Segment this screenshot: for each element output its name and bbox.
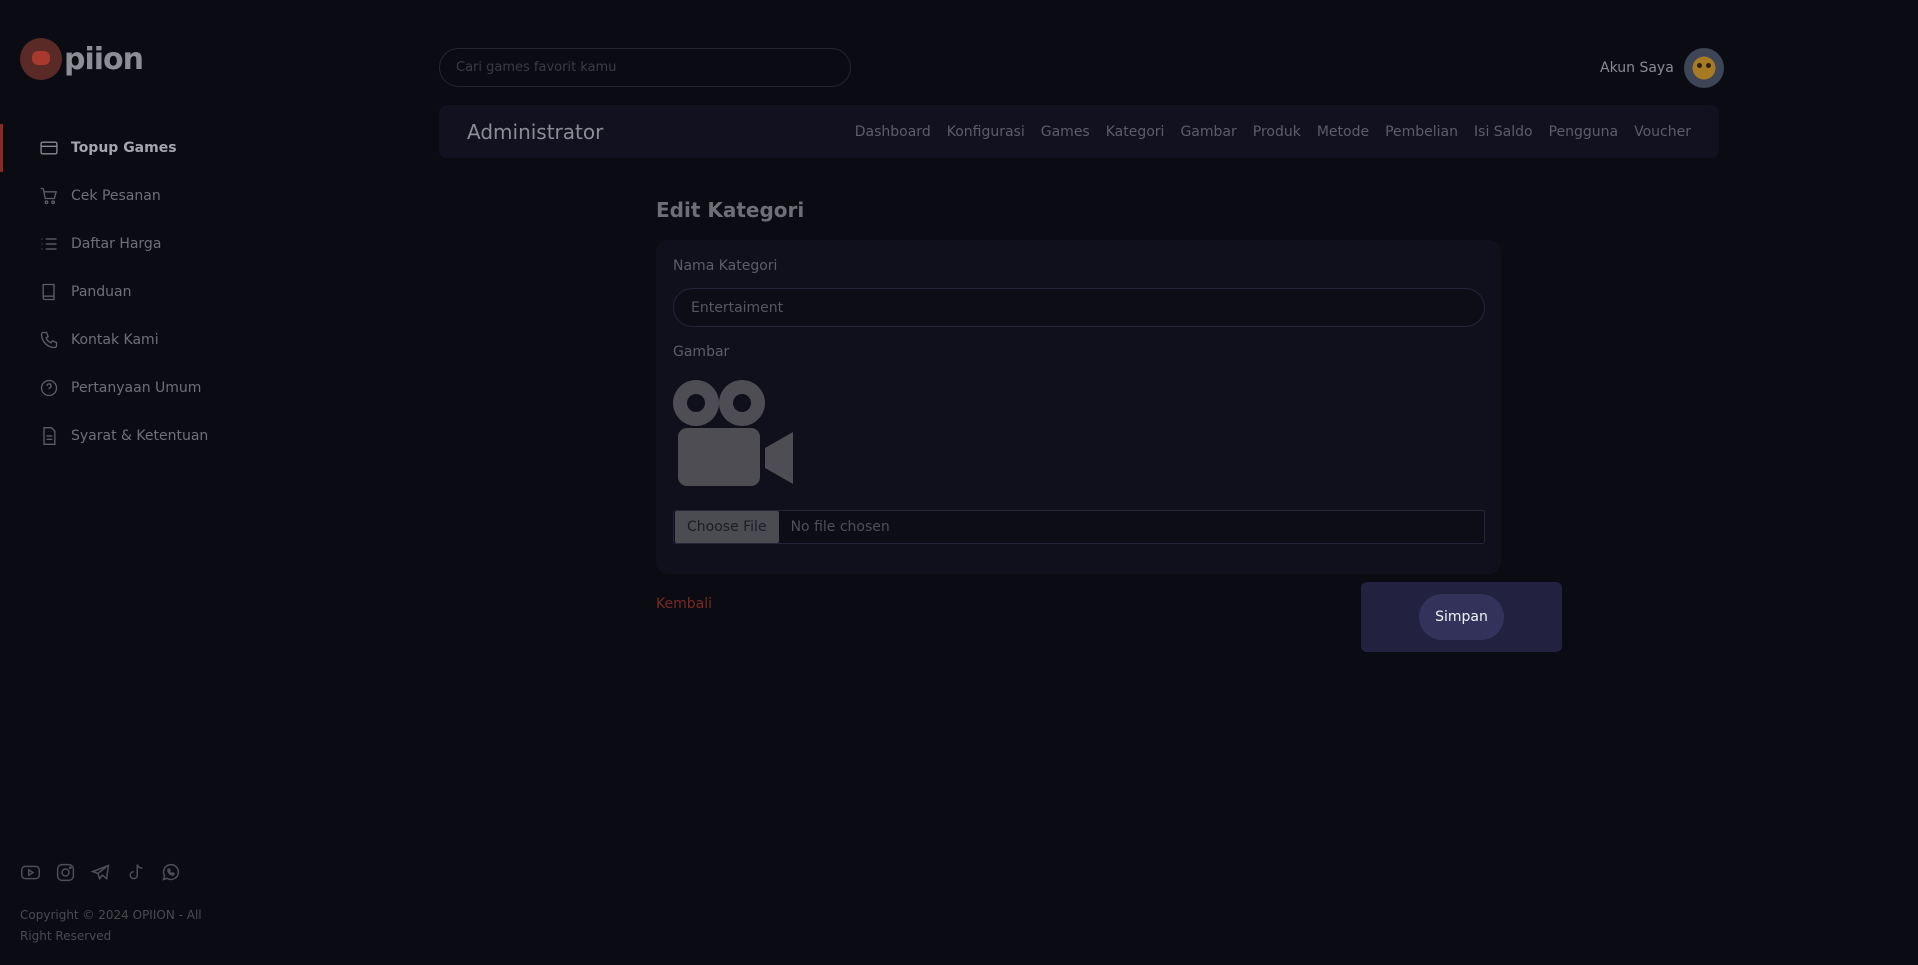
avatar[interactable] [1683,48,1724,88]
admin-menu-games[interactable]: Games [1041,124,1090,140]
youtube-icon[interactable] [20,862,41,883]
sidebar-item-syarat-ketentuan[interactable]: Syarat & Ketentuan [0,412,250,460]
admin-menu-voucher[interactable]: Voucher [1634,124,1691,140]
sidebar-item-label: Cek Pesanan [71,188,161,204]
admin-title: Administrator [467,119,604,144]
save-button-container: Simpan [1361,582,1562,652]
admin-menu: Dashboard Konfigurasi Games Kategori Gam… [855,124,1691,140]
social-links [20,862,181,883]
sidebar-nav: Topup Games Cek Pesanan Daftar Harga Pan… [0,124,250,460]
search-input[interactable] [439,48,851,87]
admin-navbar: Administrator Dashboard Konfigurasi Game… [439,105,1719,158]
sidebar-item-cek-pesanan[interactable]: Cek Pesanan [0,172,250,220]
page-title: Edit Kategori [656,198,805,222]
save-button[interactable]: Simpan [1419,594,1504,640]
telegram-icon[interactable] [90,862,111,883]
sidebar-item-panduan[interactable]: Panduan [0,268,250,316]
whatsapp-icon[interactable] [160,862,181,883]
phone-icon [39,330,59,350]
sidebar-item-topup-games[interactable]: Topup Games [0,124,250,172]
admin-menu-produk[interactable]: Produk [1253,124,1301,140]
admin-menu-kategori[interactable]: Kategori [1106,124,1165,140]
admin-menu-pembelian[interactable]: Pembelian [1385,124,1458,140]
brand-logo[interactable]: piion [20,38,144,80]
account-label: Akun Saya [1600,60,1674,76]
sidebar-item-pertanyaan-umum[interactable]: Pertanyaan Umum [0,364,250,412]
sidebar-item-label: Syarat & Ketentuan [71,428,209,444]
instagram-icon[interactable] [55,862,76,883]
admin-menu-gambar[interactable]: Gambar [1180,124,1236,140]
admin-menu-konfigurasi[interactable]: Konfigurasi [947,124,1025,140]
admin-menu-metode[interactable]: Metode [1317,124,1369,140]
admin-menu-dashboard[interactable]: Dashboard [855,124,931,140]
category-name-label: Nama Kategori [673,258,778,274]
edit-category-card: Nama Kategori Gambar Choose File No file… [656,240,1501,574]
choose-file-button[interactable]: Choose File [675,511,779,543]
admin-menu-pengguna[interactable]: Pengguna [1549,124,1619,140]
list-icon [39,234,59,254]
sidebar-item-label: Panduan [71,284,132,300]
sidebar-item-label: Kontak Kami [71,332,159,348]
sidebar-item-label: Pertanyaan Umum [71,380,202,396]
account-menu[interactable]: Akun Saya [1600,48,1724,88]
logo-text: piion [64,41,144,77]
tiktok-icon[interactable] [125,862,146,883]
admin-menu-isi-saldo[interactable]: Isi Saldo [1474,124,1533,140]
back-link[interactable]: Kembali [656,596,712,612]
video-camera-icon [673,380,793,486]
sidebar: piion Topup Games Cek Pesanan Daftar Har… [0,0,250,965]
sidebar-item-label: Topup Games [71,140,177,156]
question-icon [39,378,59,398]
copyright-text: Copyright © 2024 OPIION - All Right Rese… [20,908,202,943]
file-upload[interactable]: Choose File No file chosen [673,510,1485,544]
credit-card-icon [39,138,59,158]
category-name-input[interactable] [673,288,1485,327]
document-icon [39,426,59,446]
cart-icon [39,186,59,206]
gamepad-logo-icon [20,38,62,80]
sidebar-item-label: Daftar Harga [71,236,162,252]
sidebar-item-kontak-kami[interactable]: Kontak Kami [0,316,250,364]
image-label: Gambar [673,344,730,360]
file-status: No file chosen [790,519,890,535]
sidebar-item-daftar-harga[interactable]: Daftar Harga [0,220,250,268]
book-icon [39,282,59,302]
